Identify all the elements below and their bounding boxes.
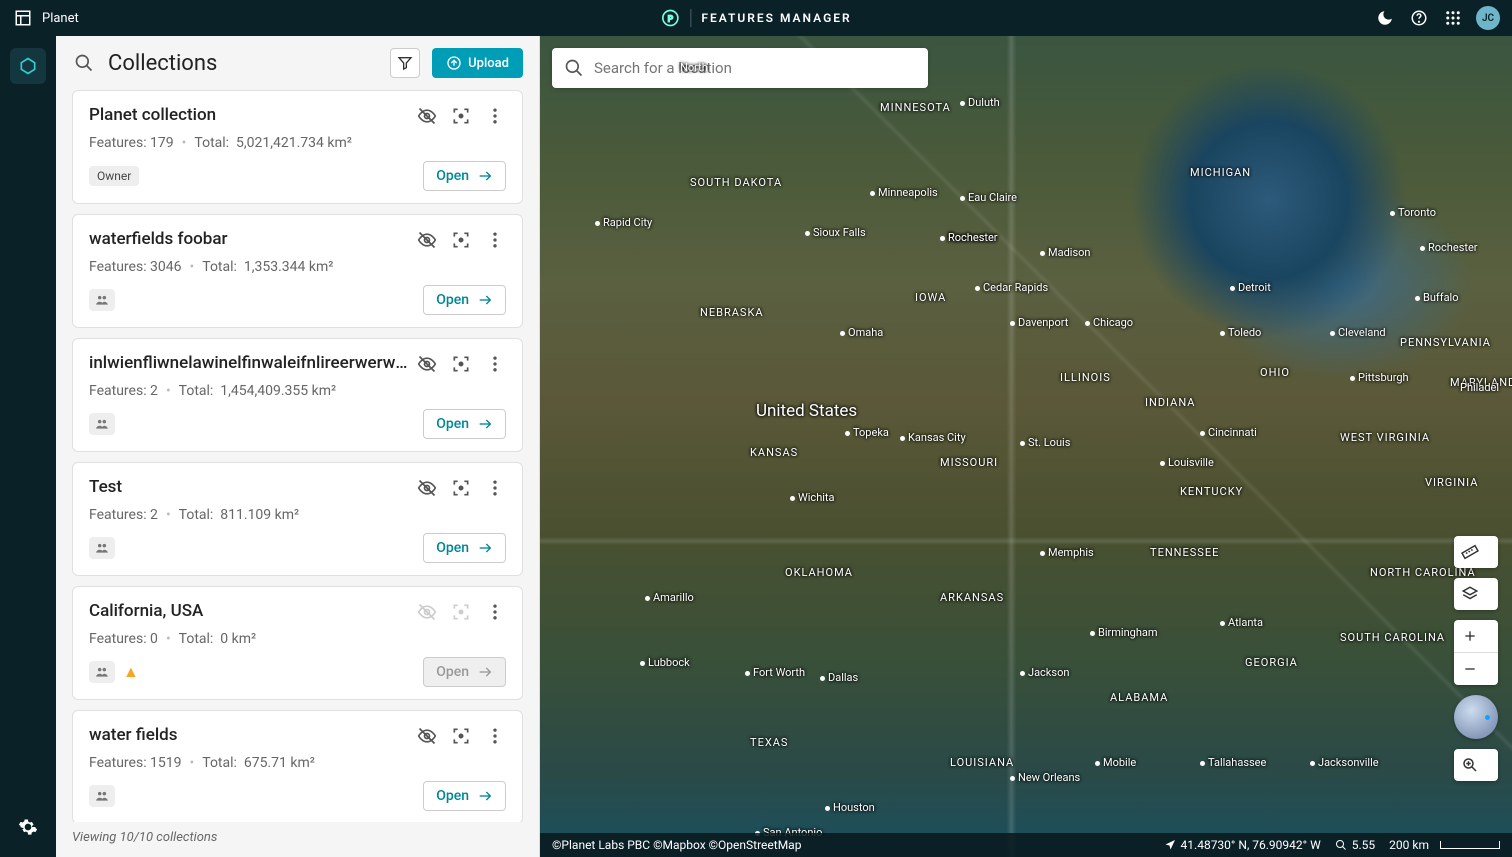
shared-icon: [89, 537, 115, 559]
theme-toggle-icon[interactable]: [1374, 7, 1396, 29]
left-rail: [0, 36, 56, 857]
open-button[interactable]: Open: [423, 409, 506, 439]
owner-badge: Owner: [89, 166, 139, 186]
total-area: Total: 675.71 km²: [202, 755, 315, 771]
zoom-extent-icon[interactable]: [1454, 749, 1486, 781]
shared-icon: [89, 661, 115, 683]
more-menu-icon[interactable]: [484, 353, 506, 375]
map-search-box: [552, 48, 928, 88]
panel-footer: Viewing 10/10 collections: [56, 822, 539, 857]
more-menu-icon[interactable]: [484, 725, 506, 747]
total-area: Total: 0 km²: [179, 631, 256, 647]
user-avatar[interactable]: JC: [1476, 6, 1500, 30]
svg-text:P: P: [668, 14, 673, 24]
panel-title: Collections: [108, 51, 378, 76]
total-area: Total: 5,021,421.734 km²: [194, 135, 351, 151]
globe-icon[interactable]: [1454, 695, 1498, 739]
features-count: Features: 3046: [89, 259, 182, 275]
open-button[interactable]: Open: [423, 533, 506, 563]
collection-card: waterfields foobar Features: 3046 • Tota…: [72, 214, 523, 328]
features-count: Features: 2: [89, 507, 158, 523]
collection-card: water fields Features: 1519 • Total: 675…: [72, 710, 523, 822]
collection-name: water fields: [89, 725, 416, 745]
more-menu-icon[interactable]: [484, 477, 506, 499]
zoom-out-button[interactable]: [1454, 653, 1486, 685]
p-logo-icon: P: [660, 8, 680, 28]
top-bar: Planet P FEATURES MANAGER JC: [0, 0, 1512, 36]
help-icon[interactable]: [1408, 7, 1430, 29]
measure-tool-icon[interactable]: [1454, 536, 1486, 568]
app-title: FEATURES MANAGER: [701, 11, 851, 25]
shared-icon: [89, 289, 115, 311]
collections-search-icon[interactable]: [72, 51, 96, 75]
map-zoom: 5.55: [1335, 838, 1375, 852]
shared-icon: [89, 413, 115, 435]
visibility-off-icon[interactable]: [416, 477, 438, 499]
upload-button[interactable]: Upload: [432, 48, 523, 78]
settings-icon[interactable]: [10, 809, 46, 845]
upload-label: Upload: [468, 56, 509, 71]
map-coords: 41.48730° N, 76.90942° W: [1164, 838, 1321, 852]
focus-icon[interactable]: [450, 477, 472, 499]
map-scale: 200 km: [1389, 838, 1500, 852]
search-icon: [564, 58, 584, 78]
focus-icon[interactable]: [450, 725, 472, 747]
focus-icon: [450, 601, 472, 623]
total-area: Total: 1,454,409.355 km²: [179, 383, 336, 399]
brand-name: Planet: [42, 11, 79, 26]
visibility-off-icon[interactable]: [416, 105, 438, 127]
visibility-off-icon[interactable]: [416, 229, 438, 251]
total-area: Total: 811.109 km²: [179, 507, 299, 523]
shared-icon: [89, 785, 115, 807]
filter-button[interactable]: [390, 48, 420, 78]
features-nav-icon[interactable]: [10, 48, 46, 84]
features-count: Features: 2: [89, 383, 158, 399]
total-area: Total: 1,353.344 km²: [202, 259, 333, 275]
open-button: Open: [423, 657, 506, 687]
collection-name: Test: [89, 477, 416, 497]
zoom-in-button[interactable]: [1454, 620, 1486, 652]
collection-name: California, USA: [89, 601, 416, 621]
features-count: Features: 179: [89, 135, 174, 151]
domain-icon: [12, 7, 34, 29]
focus-icon[interactable]: [450, 105, 472, 127]
visibility-off-icon[interactable]: [416, 353, 438, 375]
open-button[interactable]: Open: [423, 285, 506, 315]
focus-icon[interactable]: [450, 353, 472, 375]
collection-name: inlwienfliwnelawinelfinwaleifnlireerwerw…: [89, 353, 416, 373]
open-button[interactable]: Open: [423, 781, 506, 811]
open-button[interactable]: Open: [423, 161, 506, 191]
focus-icon[interactable]: [450, 229, 472, 251]
collection-card: California, USA Features: 0 • Total: 0 k…: [72, 586, 523, 700]
collection-card: Planet collection Features: 179 • Total:…: [72, 90, 523, 204]
features-count: Features: 0: [89, 631, 158, 647]
layers-icon[interactable]: [1454, 578, 1486, 610]
collection-name: waterfields foobar: [89, 229, 416, 249]
features-count: Features: 1519: [89, 755, 182, 771]
visibility-off-icon[interactable]: [416, 725, 438, 747]
more-menu-icon[interactable]: [484, 105, 506, 127]
collection-card: Test Features: 2 • Total: 811.109 km² Op…: [72, 462, 523, 576]
visibility-off-icon: [416, 601, 438, 623]
map-attribution: ©Planet Labs PBC ©Mapbox ©OpenStreetMap: [552, 838, 801, 852]
map[interactable]: United States MINNESOTASOUTH DAKOTANEBRA…: [540, 36, 1512, 857]
collections-panel: Collections Upload Planet collection Fea…: [56, 36, 540, 857]
warning-icon: ▲: [123, 662, 139, 682]
more-menu-icon[interactable]: [484, 601, 506, 623]
more-menu-icon[interactable]: [484, 229, 506, 251]
location-search-input[interactable]: [594, 59, 916, 77]
apps-grid-icon[interactable]: [1442, 7, 1464, 29]
collection-card: inlwienfliwnelawinelfinwaleifnlireerwerw…: [72, 338, 523, 452]
map-footer: ©Planet Labs PBC ©Mapbox ©OpenStreetMap …: [540, 833, 1512, 857]
collections-list: Planet collection Features: 179 • Total:…: [56, 90, 539, 822]
collection-name: Planet collection: [89, 105, 416, 125]
